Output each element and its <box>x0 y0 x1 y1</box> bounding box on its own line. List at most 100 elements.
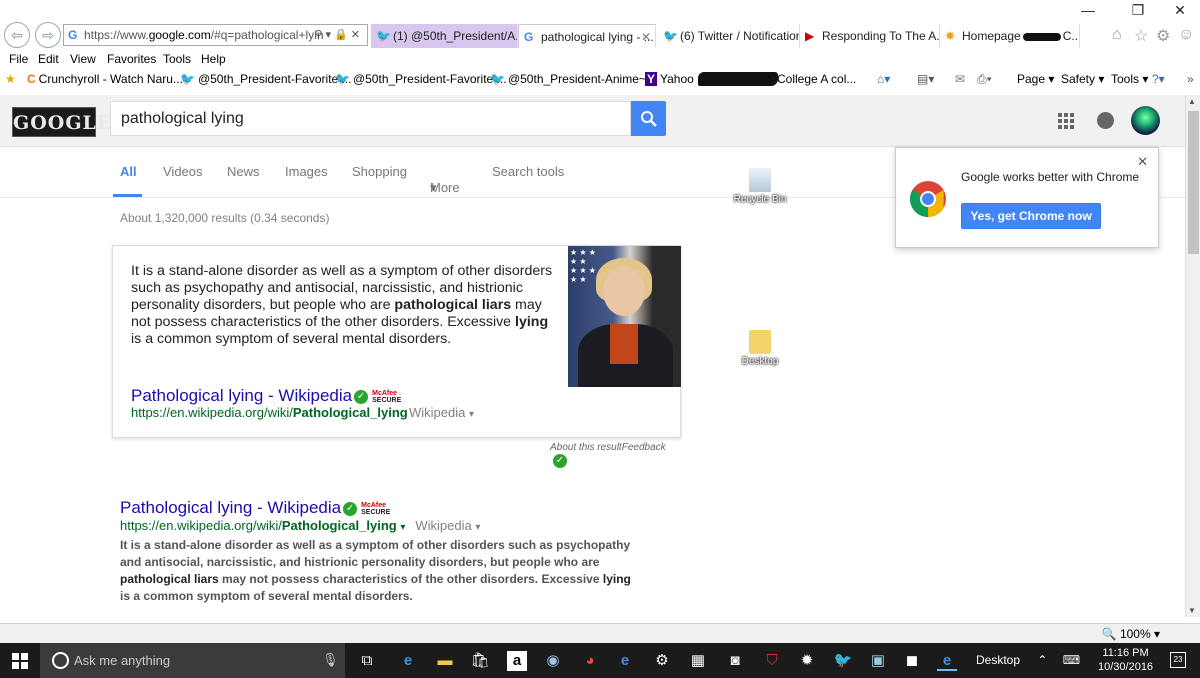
fav-yahoo[interactable]: Y Yahoo <box>645 72 694 86</box>
favorites-star-icon[interactable]: ☆ <box>1134 26 1148 46</box>
start-button[interactable] <box>12 653 28 669</box>
menu-edit[interactable]: Edit <box>38 52 59 66</box>
get-chrome-button[interactable]: Yes, get Chrome now <box>961 203 1101 229</box>
mcafee-secure-icon: McAfee SECURE <box>361 501 391 516</box>
scroll-down-icon[interactable]: ▼ <box>1188 606 1196 615</box>
page-menu[interactable]: Page ▾ <box>1017 72 1054 86</box>
back-button[interactable]: ⇦ <box>4 22 30 48</box>
help-icon[interactable]: ?▾ <box>1152 72 1165 86</box>
app-window-icon[interactable]: ◼ <box>902 651 922 671</box>
control-panel-icon[interactable]: ▣ <box>868 651 888 671</box>
internet-explorer-icon[interactable]: e <box>615 651 635 671</box>
result-title-link[interactable]: Pathological lying - Wikipedia ✓ McAfee SEC… <box>120 498 640 518</box>
twitter-icon: 🐦 <box>663 29 678 43</box>
menu-file[interactable]: File <box>9 52 28 66</box>
file-explorer-icon[interactable]: ▬ <box>435 651 455 671</box>
tab-images[interactable]: Images <box>285 164 328 179</box>
settings-gear-icon[interactable]: ⚙ <box>1156 26 1170 46</box>
caret-down-icon[interactable]: ▾ <box>400 522 405 533</box>
restore-icon[interactable]: ❐ <box>1118 2 1158 19</box>
safety-menu[interactable]: Safety ▾ <box>1061 72 1104 86</box>
fav-president-1[interactable]: 🐦 @50th_President-Favorite ... <box>180 72 352 86</box>
search-input[interactable]: pathological lying <box>110 101 631 136</box>
vertical-scrollbar[interactable]: ▲ ▼ <box>1185 95 1200 617</box>
menu-favorites[interactable]: Favorites <box>107 52 156 66</box>
search-button[interactable] <box>631 101 666 136</box>
tab-all[interactable]: All <box>120 164 137 179</box>
menu-tools[interactable]: Tools <box>163 52 191 66</box>
apps-grid-icon[interactable] <box>1058 113 1074 129</box>
tab-videos[interactable]: Videos <box>163 164 203 179</box>
feeds-icon[interactable]: ▤▾ <box>917 72 934 86</box>
edge-icon[interactable]: e <box>398 651 418 671</box>
address-rest: /#q=pathological+lyin <box>210 28 324 42</box>
close-window-icon[interactable]: ✕ <box>1160 2 1200 19</box>
camera-icon[interactable]: ◙ <box>725 651 745 671</box>
internet-explorer-active-icon[interactable]: e <box>937 651 957 671</box>
smiley-feedback-icon[interactable]: ☺ <box>1178 26 1194 44</box>
notifications-bell-icon[interactable] <box>1097 112 1114 129</box>
result-source[interactable]: Wikipedia ▾ <box>415 518 480 533</box>
tab-homepage[interactable]: ✸ Homepage C... <box>940 24 1080 48</box>
tools-menu[interactable]: Tools ▾ <box>1111 72 1148 86</box>
tab-shopping[interactable]: Shopping <box>352 164 407 179</box>
tab-google-search[interactable]: Gpathological lying - ... ✕ <box>518 24 656 48</box>
search-icon <box>641 111 657 127</box>
zoom-level[interactable]: 🔍 100% ▾ <box>1102 627 1160 641</box>
scroll-up-icon[interactable]: ▲ <box>1188 97 1196 106</box>
address-tools-icon[interactable]: ⚲▾🔒✕ <box>315 25 364 45</box>
address-bar[interactable]: G https://www.google.com/#q=pathological… <box>63 24 368 46</box>
amazon-icon[interactable]: a <box>507 651 527 671</box>
fav-president-anime[interactable]: 🐦 @50th_President-Anime~... <box>490 72 656 86</box>
snippet-portrait-image[interactable]: ★ ★ ★ ★ ★ ★ ★ ★ ★ ★ <box>568 246 681 387</box>
tab-search-tools[interactable]: Search tools <box>492 164 564 179</box>
chevron-up-icon[interactable]: ⌃ <box>1037 653 1047 667</box>
scroll-thumb[interactable] <box>1188 111 1199 254</box>
close-icon[interactable]: ✕ <box>1137 154 1148 170</box>
clock[interactable]: 11:16 PM 10/30/2016 <box>1098 646 1153 674</box>
twitter-icon[interactable]: 🐦 <box>833 651 853 671</box>
folder-icon <box>749 330 771 354</box>
close-tab-icon[interactable]: ✕ <box>641 25 651 48</box>
chrome-icon[interactable]: ◕ <box>580 651 600 671</box>
mcafee-icon[interactable]: ⛉ <box>762 651 782 671</box>
desktop-toolbar[interactable]: Desktop ⌃ ⌨ <box>976 653 1080 667</box>
bug-icon[interactable]: ✹ <box>797 651 817 671</box>
mail-icon[interactable]: ✉ <box>955 72 965 86</box>
photos-icon[interactable]: ⚙ <box>652 651 672 671</box>
google-icon: G <box>68 28 78 42</box>
desktop-folder-icon[interactable]: Desktop <box>730 330 790 367</box>
keyboard-icon[interactable]: ⌨ <box>1063 653 1080 667</box>
cortana-search[interactable]: Ask me anything 🎙 <box>40 643 345 678</box>
tab-news[interactable]: News <box>227 164 260 179</box>
chrome-logo-icon <box>909 181 946 217</box>
fav-college[interactable]: College A col... <box>777 72 856 86</box>
google-logo[interactable]: GOOGLE <box>12 107 111 137</box>
more-icon[interactable]: » <box>1187 72 1194 86</box>
snippet-link[interactable]: Pathological lying - Wikipedia ✓ McAfee SEC… <box>131 386 401 406</box>
print-icon[interactable]: ⎙▾ <box>977 72 992 87</box>
forward-button[interactable]: ⇨ <box>35 22 61 48</box>
home-icon[interactable]: ⌂ <box>1112 26 1122 44</box>
tab-youtube[interactable]: ▶ Responding To The A... <box>800 24 940 48</box>
tab-twitter-notifications[interactable]: 🐦 (6) Twitter / Notifications <box>658 24 800 48</box>
crunchyroll-icon: C <box>27 72 36 86</box>
calculator-icon[interactable]: ▦ <box>688 651 708 671</box>
tab-twitter-president[interactable]: 🐦 (1) @50th_President/A... <box>371 24 518 48</box>
minimize-icon[interactable]: — <box>1068 2 1108 18</box>
menu-view[interactable]: View <box>70 52 96 66</box>
microphone-icon[interactable]: 🎙 <box>322 652 339 668</box>
home-icon[interactable]: ⌂▾ <box>877 72 890 86</box>
task-view-icon[interactable]: ⧉ <box>357 651 377 671</box>
menu-help[interactable]: Help <box>201 52 226 66</box>
avatar[interactable] <box>1131 106 1160 135</box>
favorites-star-icon[interactable]: ★ <box>5 72 16 86</box>
snippet-source[interactable]: Wikipedia ▾ <box>409 405 474 420</box>
feedback-link[interactable]: Feedback <box>622 442 666 453</box>
store-icon[interactable]: 🛍 <box>470 651 490 671</box>
recycle-bin-desktop-icon[interactable]: Recycle Bin <box>730 168 790 205</box>
fav-crunchyroll[interactable]: C Crunchyroll - Watch Naru... <box>27 72 183 86</box>
steam-icon[interactable]: ◉ <box>543 651 563 671</box>
fav-president-2[interactable]: 🐦 @50th_President-Favorite ... <box>335 72 507 86</box>
action-center-icon[interactable]: 23 <box>1170 652 1186 668</box>
